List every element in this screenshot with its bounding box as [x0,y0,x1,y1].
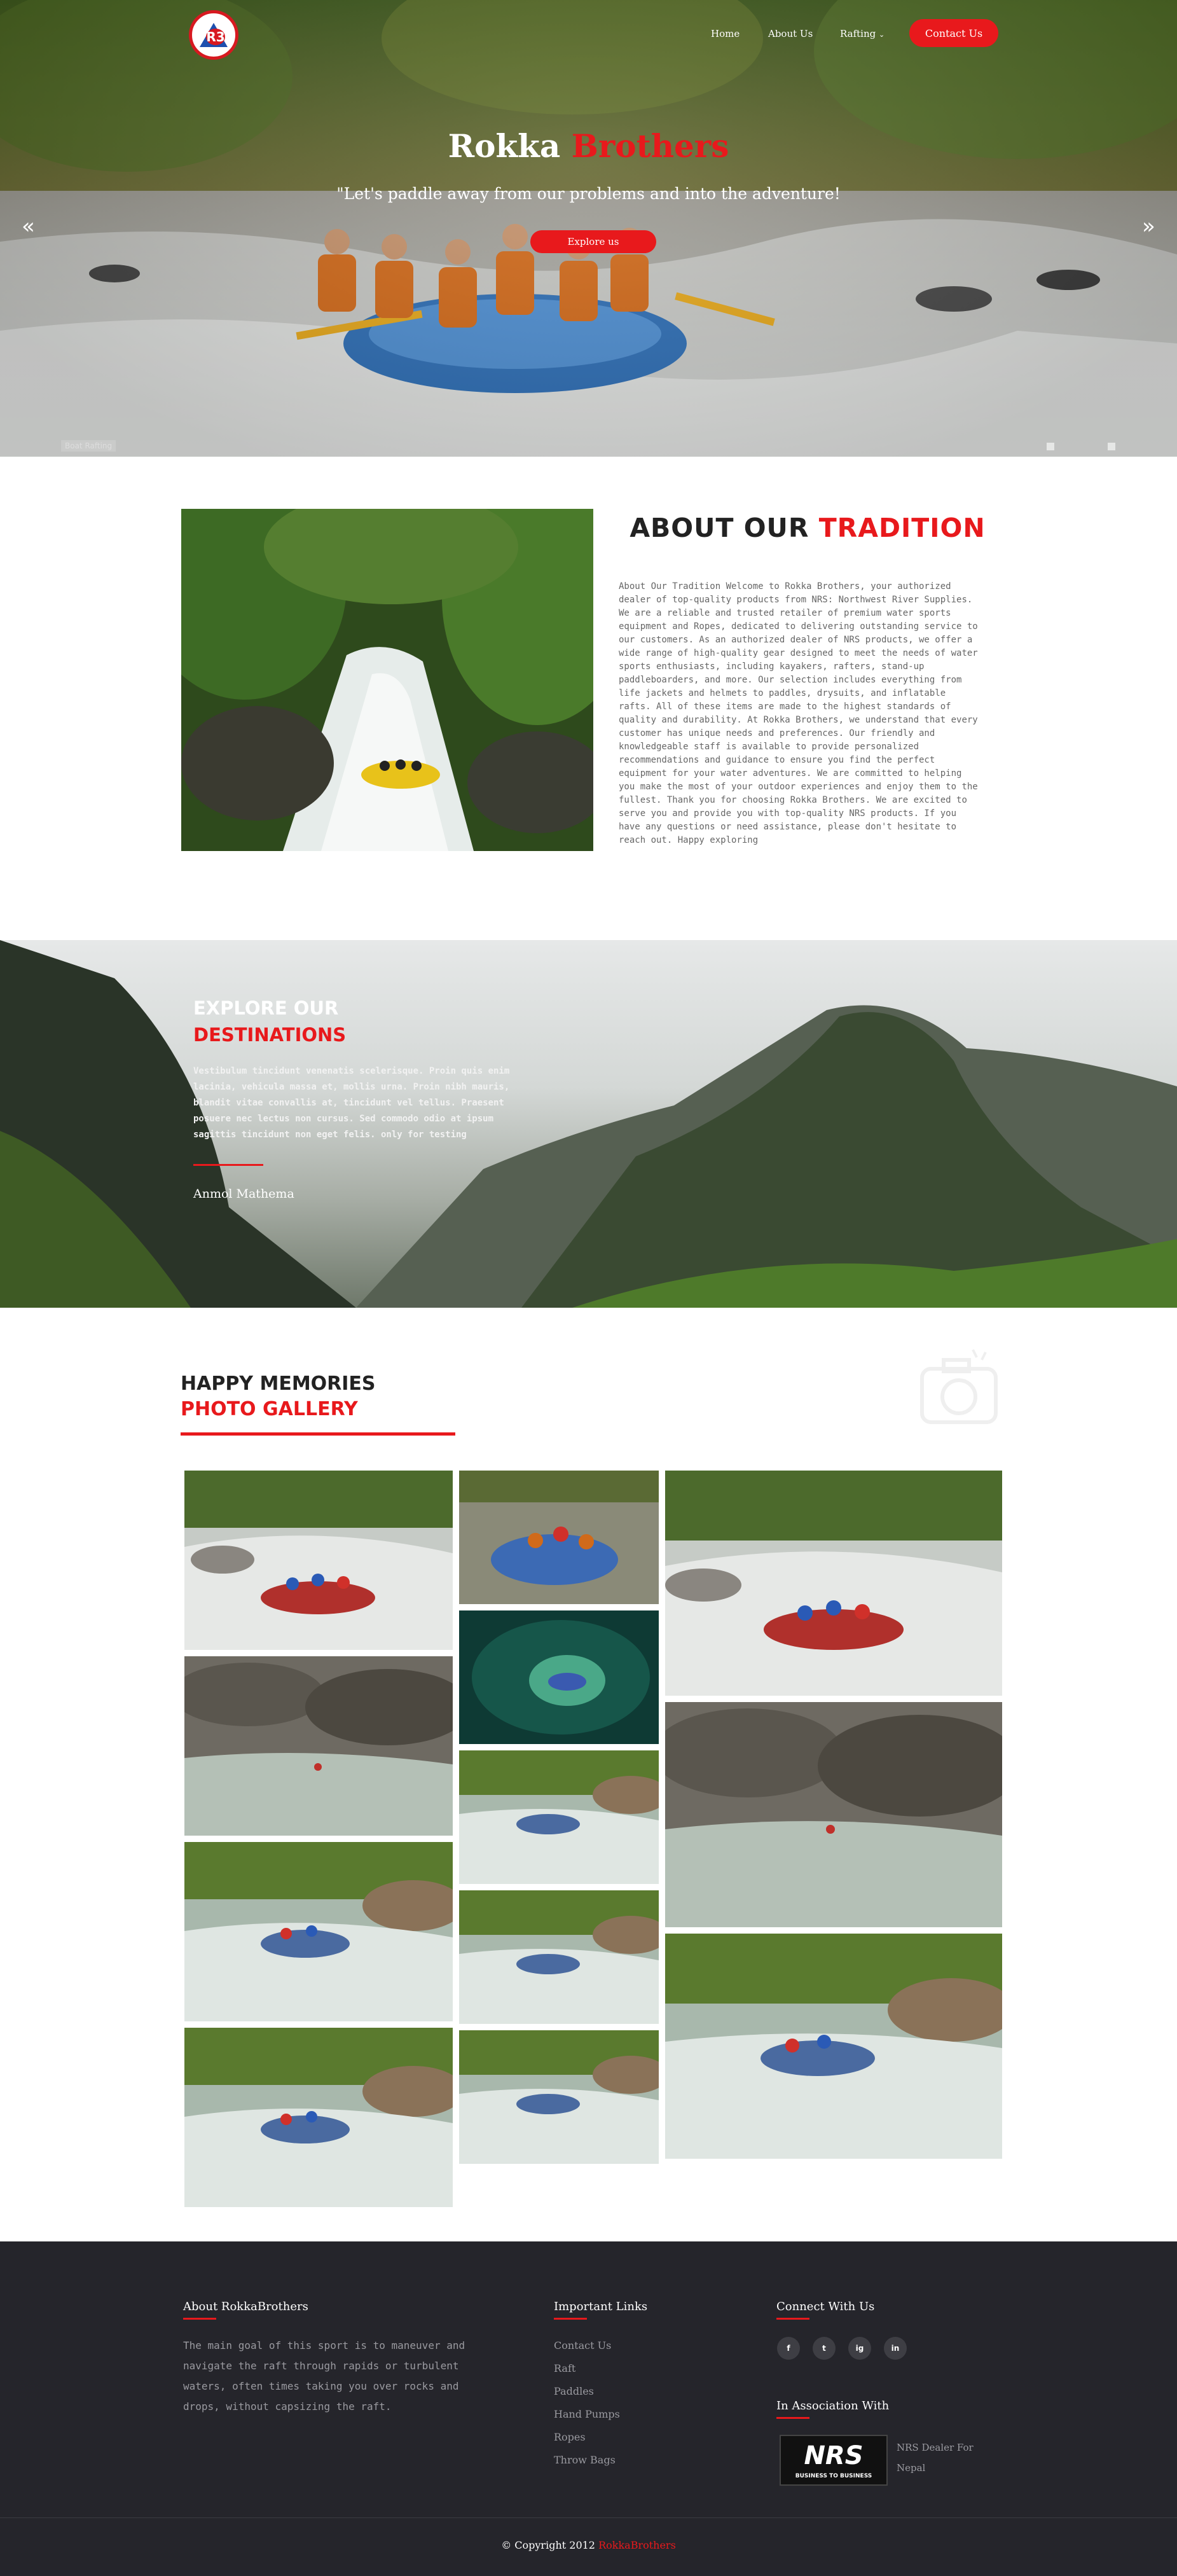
gallery-photo[interactable] [184,1656,453,1836]
facebook-icon[interactable]: f [777,2337,800,2360]
mountain-photo [0,940,1177,1308]
hero-tagline: "Let's paddle away from our problems and… [336,184,841,203]
explore-divider [193,1164,263,1166]
chevron-right-double-icon[interactable]: » [1142,214,1155,239]
gallery-photo[interactable] [459,2030,659,2164]
footer-link-contact-us[interactable]: Contact Us [554,2339,611,2351]
main-nav: Home About Us Rafting ⌄ [0,24,1177,43]
slide-caption: Boat Rafting [61,440,116,452]
gallery-photo[interactable] [665,1702,1002,1927]
footer-about-title: About RokkaBrothers [183,2300,308,2313]
gallery-photo[interactable] [184,2028,453,2207]
nrs-logo-text: NRS [804,2441,864,2470]
nav-home[interactable]: Home [711,28,740,39]
nav-rafting-label: Rafting [840,28,876,39]
contact-us-button[interactable]: Contact Us [909,19,998,47]
camera-icon [920,1349,998,1424]
footer-assoc-title: In Association With [776,2399,890,2413]
hero-overlay [0,0,1177,457]
gallery-photo[interactable] [184,1842,453,2021]
about-title-second: TRADITION [818,513,986,543]
hero-title-second: Brothers [571,127,729,165]
linkedin-icon[interactable]: in [884,2337,907,2360]
chevron-left-double-icon[interactable]: « [22,214,35,239]
copyright-brand[interactable]: RokkaBrothers [598,2539,676,2551]
about-title: ABOUT OUR TRADITION [623,513,992,543]
gallery-photo[interactable] [459,1471,659,1604]
footer-divider [0,2517,1177,2518]
nrs-logo-sub: BUSINESS TO BUSINESS [795,2473,872,2479]
slider-dot[interactable] [1108,443,1115,450]
gallery-photo[interactable] [459,1610,659,1744]
footer-link-throw-bags[interactable]: Throw Bags [554,2454,616,2466]
gallery-divider [181,1432,455,1436]
gallery-title-first: HAPPY MEMORIES [181,1373,376,1395]
instagram-icon[interactable]: ig [848,2337,871,2360]
gallery-photo[interactable] [459,1750,659,1884]
footer-connect-underline [776,2318,809,2320]
explore-title-first: EXPLORE OUR [193,997,339,1019]
explore-title-second: DESTINATIONS [193,1024,347,1046]
footer-links-underline [554,2318,587,2320]
copyright: © Copyright 2012 RokkaBrothers [0,2539,1177,2551]
footer-about-text: The main goal of this sport is to maneuv… [183,2339,465,2413]
footer-assoc-underline [776,2417,809,2419]
explore-us-button[interactable]: Explore us [530,230,656,253]
about-title-first: ABOUT OUR [630,513,809,543]
hero-title: Rokka Brothers [0,127,1177,165]
footer-connect-title: Connect With Us [776,2300,875,2313]
footer-link-paddles[interactable]: Paddles [554,2385,594,2397]
hero-title-first: Rokka [448,127,561,165]
gallery-title-second: PHOTO GALLERY [181,1398,358,1420]
explore-banner [0,940,1177,1308]
page: R3 Home About Us Rafting ⌄ Contact Us Ro… [0,0,1177,2576]
gallery-photo[interactable] [459,1890,659,2024]
nav-about-us[interactable]: About Us [768,28,813,39]
footer-assoc-text: NRS Dealer For Nepal [897,2442,974,2474]
gallery-photo[interactable] [184,1471,453,1650]
footer-link-raft[interactable]: Raft [554,2362,575,2374]
explore-text: Vestibulum tincidunt venenatis scelerisq… [193,1066,510,1140]
about-photo [181,509,593,851]
footer-about-underline [183,2318,216,2320]
nav-rafting[interactable]: Rafting ⌄ [840,28,884,39]
gallery-photo[interactable] [665,1934,1002,2159]
nrs-logo[interactable]: NRS BUSINESS TO BUSINESS [780,2435,888,2486]
hero-banner [0,0,1177,457]
about-text: About Our Tradition Welcome to Rokka Bro… [619,581,978,845]
copyright-prefix: © Copyright 2012 [501,2539,595,2551]
footer-link-hand-pumps[interactable]: Hand Pumps [554,2408,620,2420]
footer-links-title: Important Links [554,2300,648,2313]
slider-dot[interactable] [1047,443,1054,450]
footer-link-ropes[interactable]: Ropes [554,2431,586,2443]
twitter-icon[interactable]: t [813,2337,836,2360]
explore-author: Anmol Mathema [193,1187,294,1201]
gallery-photo[interactable] [665,1471,1002,1696]
chevron-down-icon: ⌄ [879,31,885,39]
